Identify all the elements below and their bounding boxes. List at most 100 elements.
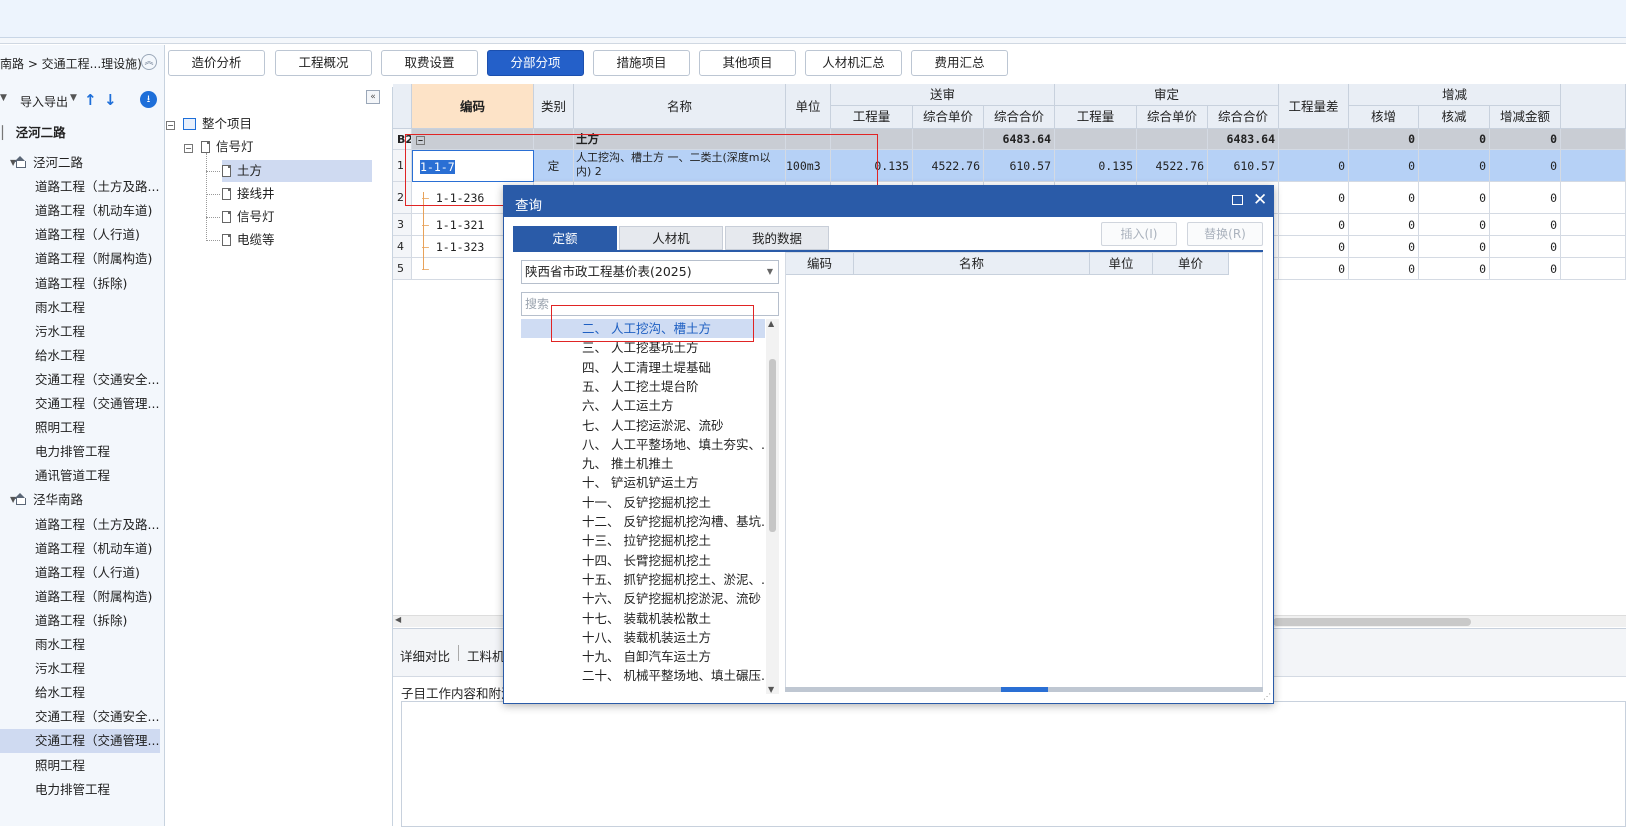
grid-cell-diff[interactable] xyxy=(1279,129,1349,150)
grid-cell--x[interactable] xyxy=(1561,182,1626,214)
grid-cell-s-tot[interactable]: 610.57 xyxy=(984,150,1055,182)
grid-cell-a-qty[interactable]: 0.135 xyxy=(1055,150,1137,182)
tab-cost-analysis[interactable]: 造价分析 xyxy=(168,50,265,76)
grid-cell-amt[interactable]: 0 xyxy=(1490,258,1561,280)
grid-cell-inc[interactable]: 0 xyxy=(1349,150,1419,182)
result-header-price[interactable]: 单价 xyxy=(1153,253,1229,275)
tab-detail-compare[interactable]: 详细对比 xyxy=(400,646,450,665)
sidebar-item[interactable]: 交通工程（交通安全... xyxy=(35,705,159,729)
insert-button[interactable]: 插入(I) xyxy=(1101,222,1177,246)
tab-fee-settings[interactable]: 取费设置 xyxy=(381,50,478,76)
grid-cell-dec[interactable]: 0 xyxy=(1419,129,1490,150)
chapter-list-item[interactable]: 十二、 反铲挖掘机挖沟槽、基坑... xyxy=(521,512,765,531)
chapter-list-item[interactable]: 二十、 机械平整场地、填土碾压... xyxy=(521,666,765,685)
grid-cell-a-tot[interactable]: 610.57 xyxy=(1208,150,1279,182)
grid-cell-s-up[interactable]: 4522.76 xyxy=(913,150,984,182)
tab-sub-items[interactable]: 分部分项 xyxy=(487,50,584,76)
grid-cell-dec[interactable]: 0 xyxy=(1419,258,1490,280)
tree-child-dianlan[interactable]: 电缆等 xyxy=(222,229,275,251)
grid-cell-inc[interactable]: 0 xyxy=(1349,236,1419,258)
sidebar-item[interactable]: ▏ 泾河二路 xyxy=(2,121,66,145)
sidebar-item[interactable]: 道路工程（土方及路... xyxy=(35,175,159,199)
collapse-icon[interactable]: − xyxy=(166,121,175,130)
header-unit[interactable]: 单位 xyxy=(786,84,831,129)
header-type[interactable]: 类别 xyxy=(534,84,574,129)
sidebar-item[interactable]: 电力排管工程 xyxy=(35,440,110,464)
sidebar-item[interactable]: ▼ 泾华南路 xyxy=(10,488,83,512)
chapter-list-scrollbar[interactable]: ▲ ▼ xyxy=(766,319,779,694)
grid-cell-a-up[interactable]: 4522.76 xyxy=(1137,150,1208,182)
sidebar-item[interactable]: 交通工程（交通管理... xyxy=(35,392,159,416)
grid-cell-dec[interactable]: 0 xyxy=(1419,150,1490,182)
close-icon[interactable]: ✕ xyxy=(1253,190,1267,210)
result-header-name[interactable]: 名称 xyxy=(854,253,1090,275)
chapter-list-item[interactable]: 十一、 反铲挖掘机挖土 xyxy=(521,493,765,512)
chapter-list-item[interactable]: 八、 人工平整场地、填土夯实、... xyxy=(521,435,765,454)
chapter-list-item[interactable]: 七、 人工挖运淤泥、流砂 xyxy=(521,416,765,435)
header-name[interactable]: 名称 xyxy=(574,84,786,129)
chapter-list-item[interactable]: 四、 人工清理土堤基础 xyxy=(521,358,765,377)
header-send-total[interactable]: 综合合价 xyxy=(984,106,1055,129)
grid-cell-amt[interactable]: 0 xyxy=(1490,150,1561,182)
maximize-icon[interactable] xyxy=(1232,195,1243,205)
grid-cell-amt[interactable]: 0 xyxy=(1490,214,1561,236)
grid-cell-diff[interactable]: 0 xyxy=(1279,182,1349,214)
grid-cell-inc[interactable]: 0 xyxy=(1349,214,1419,236)
header-audit-total[interactable]: 综合合价 xyxy=(1208,106,1279,129)
grid-cell--x[interactable] xyxy=(1561,258,1626,280)
grid-cell-diff[interactable]: 0 xyxy=(1279,214,1349,236)
download-icon[interactable]: ⭳ xyxy=(140,91,157,108)
sidebar-item[interactable]: 雨水工程 xyxy=(35,296,85,320)
notes-textarea[interactable] xyxy=(401,701,1626,827)
tab-materials-summary[interactable]: 人材机汇总 xyxy=(805,50,902,76)
chapter-list-item[interactable]: 十六、 反铲挖掘机挖淤泥、流砂 xyxy=(521,589,765,608)
scroll-left-icon[interactable]: ◀ xyxy=(395,615,401,624)
sidebar-item[interactable]: 道路工程（人行道) xyxy=(35,223,140,247)
sidebar-item[interactable]: 道路工程（土方及路... xyxy=(35,513,159,537)
sidebar-item[interactable]: 道路工程（附属构造) xyxy=(35,247,152,271)
chapter-list-item[interactable]: 十、 铲运机铲运土方 xyxy=(521,473,765,492)
breadcrumb[interactable]: 南路 > 交通工程...理设施) ︽ xyxy=(0,53,160,73)
import-export-dropdown-icon[interactable]: ▼ xyxy=(70,93,77,103)
sidebar-item[interactable]: 给水工程 xyxy=(35,344,85,368)
chapter-list-item[interactable]: 十五、 抓铲挖掘机挖土、淤泥、... xyxy=(521,570,765,589)
grid-cell-diff[interactable]: 0 xyxy=(1279,258,1349,280)
grid-cell-dec[interactable]: 0 xyxy=(1419,214,1490,236)
tab-measures[interactable]: 措施项目 xyxy=(593,50,690,76)
grid-cell-a-qty[interactable] xyxy=(1055,129,1137,150)
header-diff[interactable]: 工程量差 xyxy=(1279,84,1349,129)
sidebar-item[interactable]: 道路工程（机动车道) xyxy=(35,537,152,561)
collapse-panel-icon[interactable]: « xyxy=(366,90,380,104)
tree-child-xinhaodeng[interactable]: 信号灯 xyxy=(222,206,275,228)
tab-project-overview[interactable]: 工程概况 xyxy=(275,50,372,76)
chapter-list-item[interactable]: 六、 人工运土方 xyxy=(521,396,765,415)
sidebar-item[interactable]: 道路工程（附属构造) xyxy=(35,585,152,609)
header-amt[interactable]: 增减金额 xyxy=(1490,106,1561,129)
header-send-uprice[interactable]: 综合单价 xyxy=(913,106,984,129)
result-header-unit[interactable]: 单位 xyxy=(1090,253,1153,275)
scroll-up-icon[interactable]: ▲ xyxy=(768,319,774,328)
sidebar-item[interactable]: 道路工程（拆除) xyxy=(35,272,127,296)
grid-cell-s-up[interactable] xyxy=(913,129,984,150)
grid-cell-diff[interactable]: 0 xyxy=(1279,236,1349,258)
header-dec[interactable]: 核减 xyxy=(1419,106,1490,129)
chapter-list-item[interactable]: 十四、 长臂挖掘机挖土 xyxy=(521,551,765,570)
grid-cell--x[interactable] xyxy=(1561,150,1626,182)
caret-down-icon[interactable]: ▼ xyxy=(0,93,7,103)
move-up-icon[interactable]: ↑ xyxy=(84,91,97,109)
grid-cell-a-up[interactable] xyxy=(1137,129,1208,150)
header-audit-uprice[interactable]: 综合单价 xyxy=(1137,106,1208,129)
dialog-tab-quota[interactable]: 定额 xyxy=(513,226,617,250)
replace-button[interactable]: 替换(R) xyxy=(1187,222,1263,246)
quota-library-select[interactable]: 陕西省市政工程基价表(2025) ▼ xyxy=(521,260,779,284)
tree-node[interactable]: − 信号灯 xyxy=(184,136,254,158)
sidebar-item[interactable]: 污水工程 xyxy=(35,657,85,681)
chapter-list-item[interactable]: 五、 人工挖土堤台阶 xyxy=(521,377,765,396)
sidebar-item[interactable]: 通讯管道工程 xyxy=(35,464,110,488)
chapter-list-item[interactable]: 十七、 装载机装松散土 xyxy=(521,609,765,628)
tab-materials[interactable]: 工料机 xyxy=(467,646,505,665)
tree-root[interactable]: − 整个项目 xyxy=(166,113,252,135)
dialog-tab-my-data[interactable]: 我的数据 xyxy=(725,226,829,250)
tab-fee-summary[interactable]: 费用汇总 xyxy=(911,50,1008,76)
grid-cell-amt[interactable]: 0 xyxy=(1490,236,1561,258)
